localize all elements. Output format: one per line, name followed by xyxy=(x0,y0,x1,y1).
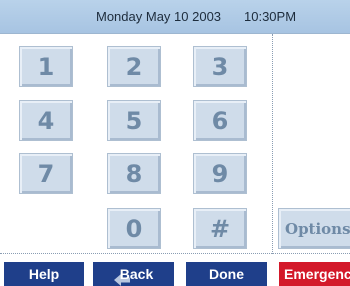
help-button[interactable]: Help xyxy=(4,262,84,286)
key-1[interactable]: 1 xyxy=(19,46,73,87)
help-label: Help xyxy=(28,266,60,282)
emergency-label: Emergency xyxy=(284,266,350,282)
key-6[interactable]: 6 xyxy=(193,100,247,141)
done-button[interactable]: Done xyxy=(186,262,267,286)
key-9[interactable]: 9 xyxy=(193,153,247,194)
key-3[interactable]: 3 xyxy=(193,46,247,87)
footer-divider xyxy=(0,253,350,254)
status-bar: Monday May 10 2003 10:30PM xyxy=(0,0,350,34)
key-8[interactable]: 8 xyxy=(107,153,161,194)
back-button[interactable]: Back xyxy=(93,262,174,286)
date-display: Monday May 10 2003 xyxy=(96,9,222,24)
time-display: 10:30PM xyxy=(244,9,297,24)
key-0[interactable]: 0 xyxy=(107,208,161,249)
key-4[interactable]: 4 xyxy=(19,100,73,141)
key-5[interactable]: 5 xyxy=(107,100,161,141)
back-label: Back xyxy=(119,266,154,282)
emergency-button[interactable]: Emergency xyxy=(279,262,350,286)
options-button[interactable]: Options xyxy=(278,208,350,249)
panel-divider xyxy=(272,34,273,254)
key-hash[interactable]: # xyxy=(193,208,247,249)
key-7[interactable]: 7 xyxy=(19,153,73,194)
key-2[interactable]: 2 xyxy=(107,46,161,87)
options-label: Options xyxy=(285,219,350,238)
done-label: Done xyxy=(209,266,244,282)
